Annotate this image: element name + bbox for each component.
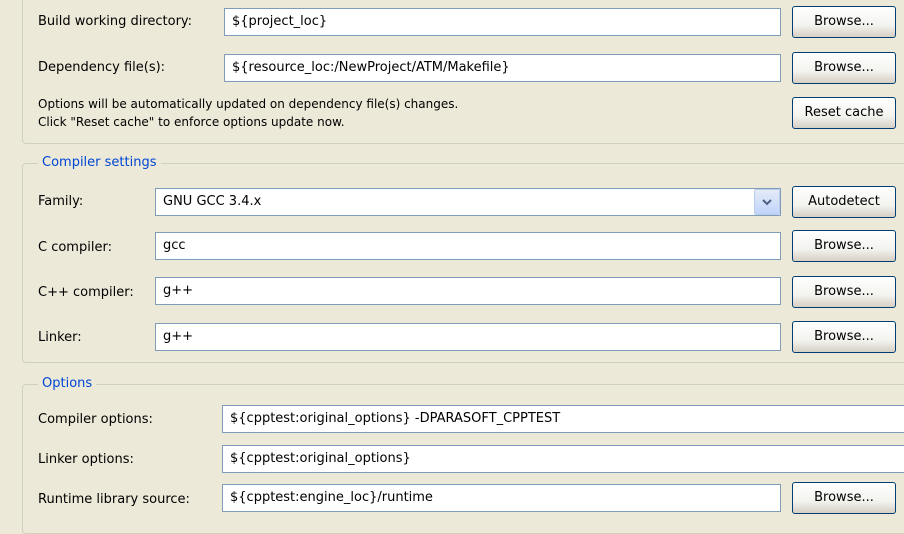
dependency-files-field[interactable]: ${resource_loc:/NewProject/ATM/Makefile} — [224, 54, 781, 82]
linker-label: Linker: — [38, 330, 82, 345]
browse-c-compiler-button[interactable]: Browse... — [792, 230, 896, 262]
compiler-settings-title: Compiler settings — [38, 155, 161, 171]
runtime-library-source-label: Runtime library source: — [38, 492, 190, 507]
browse-cpp-compiler-button[interactable]: Browse... — [792, 276, 896, 308]
browse-runtime-library-button[interactable]: Browse... — [792, 482, 896, 514]
browse-label: Browse... — [814, 329, 874, 344]
browse-linker-button[interactable]: Browse... — [792, 321, 896, 353]
c-compiler-field[interactable]: gcc — [155, 232, 781, 260]
linker-options-field[interactable]: ${cpptest:original_options} — [222, 445, 904, 473]
reset-cache-label: Reset cache — [804, 105, 884, 120]
linker-options-label: Linker options: — [38, 452, 134, 467]
reset-cache-button[interactable]: Reset cache — [792, 97, 896, 129]
chevron-down-icon[interactable] — [754, 189, 780, 215]
build-working-directory-field[interactable]: ${project_loc} — [224, 8, 781, 36]
browse-label: Browse... — [814, 238, 874, 253]
c-compiler-label: C compiler: — [38, 240, 112, 255]
linker-field[interactable]: g++ — [155, 323, 781, 351]
compiler-options-field[interactable]: ${cpptest:original_options} -DPARASOFT_C… — [222, 405, 904, 433]
browse-label: Browse... — [814, 490, 874, 505]
family-label: Family: — [38, 194, 84, 209]
dependency-files-label: Dependency file(s): — [38, 60, 166, 75]
cpp-compiler-label: C++ compiler: — [38, 285, 134, 300]
build-working-directory-label: Build working directory: — [38, 14, 193, 29]
runtime-library-source-field[interactable]: ${cpptest:engine_loc}/runtime — [222, 484, 781, 512]
autodetect-label: Autodetect — [808, 194, 880, 209]
cpp-compiler-field[interactable]: g++ — [155, 277, 781, 305]
options-title: Options — [38, 376, 97, 392]
dependency-info-line-1: Options will be automatically updated on… — [38, 97, 459, 111]
browse-label: Browse... — [814, 14, 874, 29]
browse-working-directory-button[interactable]: Browse... — [792, 6, 896, 38]
browse-dependency-button[interactable]: Browse... — [792, 52, 896, 84]
browse-label: Browse... — [814, 60, 874, 75]
browse-label: Browse... — [814, 284, 874, 299]
compiler-options-label: Compiler options: — [38, 412, 153, 427]
autodetect-button[interactable]: Autodetect — [792, 186, 896, 218]
family-select[interactable]: GNU GCC 3.4.x — [155, 188, 781, 216]
dependency-info-line-2: Click "Reset cache" to enforce options u… — [38, 115, 345, 129]
